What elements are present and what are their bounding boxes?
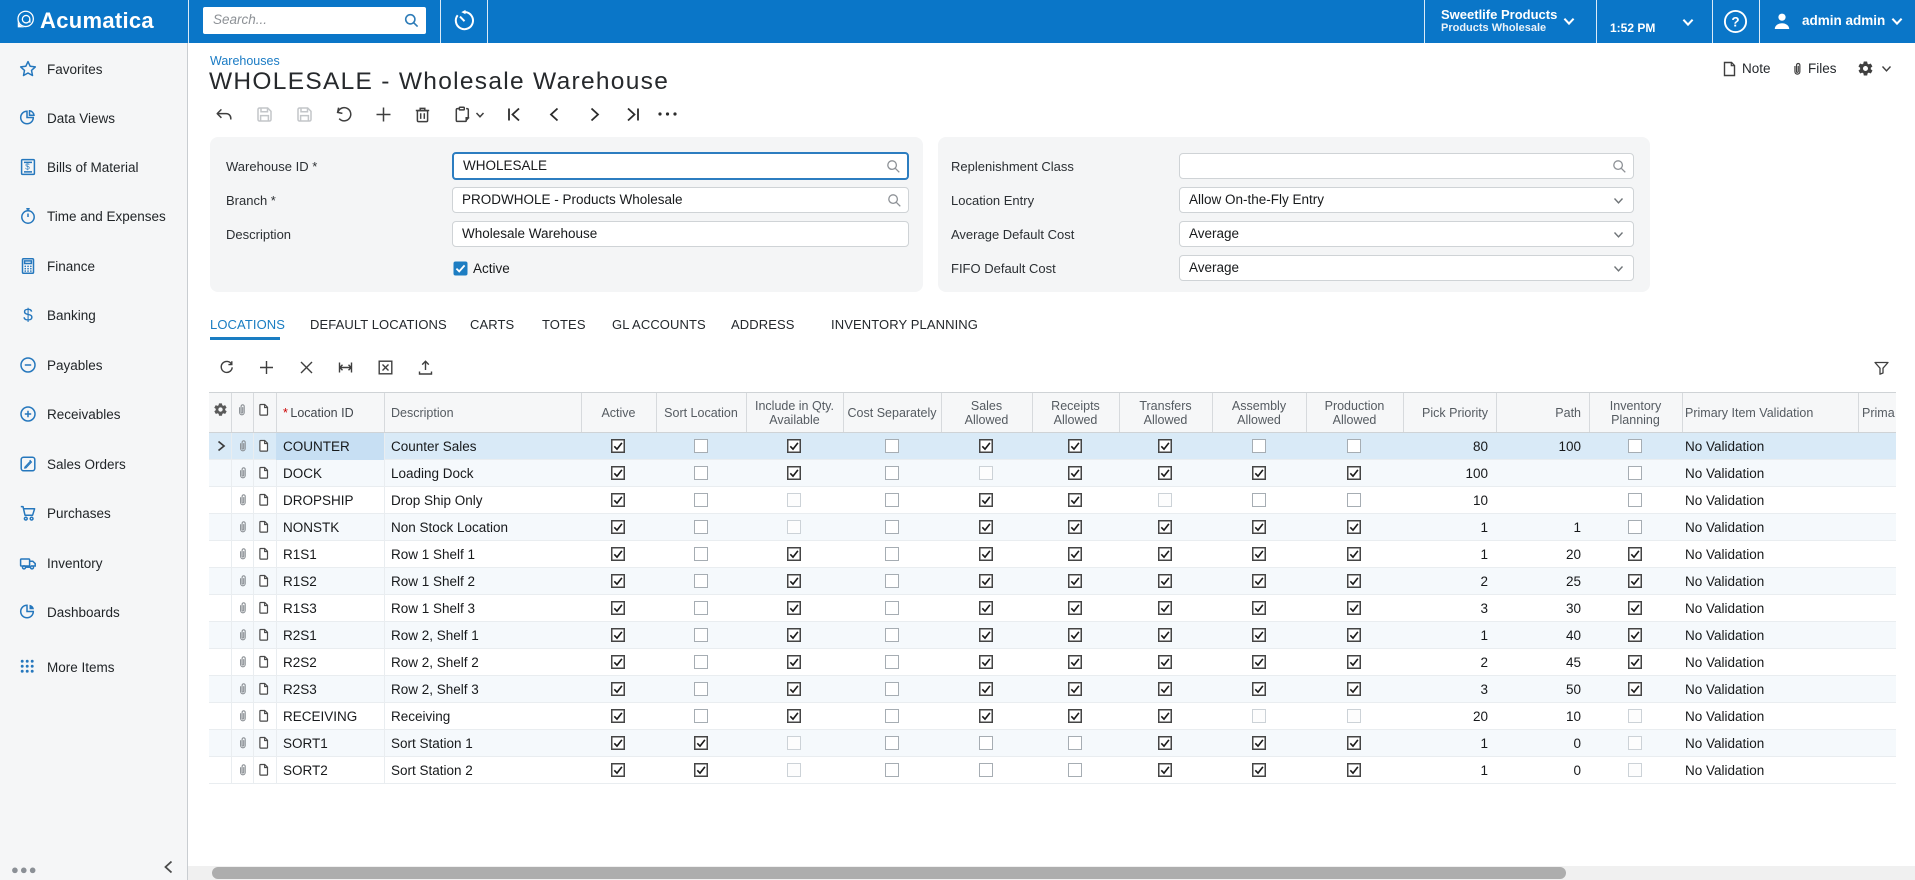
svg-text:$: $ <box>23 306 33 324</box>
svg-text:$: $ <box>25 163 30 172</box>
svg-text:?: ? <box>1731 14 1739 29</box>
